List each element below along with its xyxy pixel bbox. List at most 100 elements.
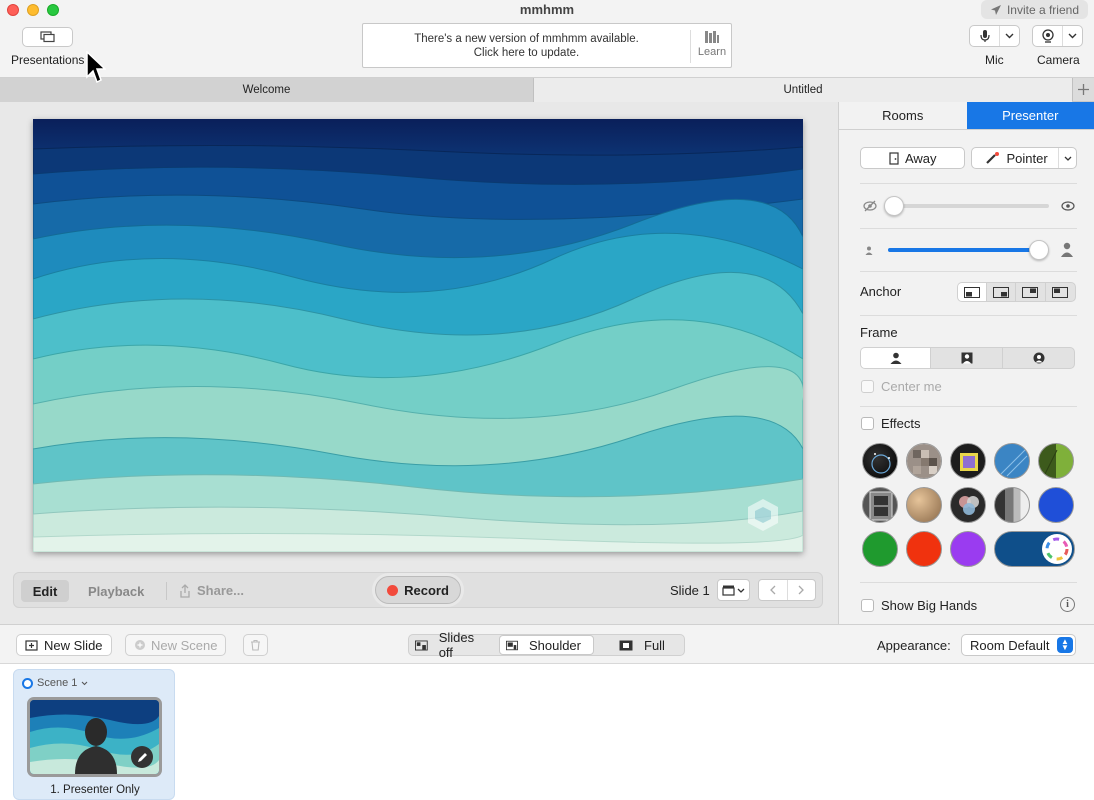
effects-checkbox[interactable] — [861, 417, 874, 430]
effects-label: Effects — [881, 416, 921, 431]
effect-split-green-button[interactable] — [1038, 443, 1074, 479]
next-slide-button[interactable] — [788, 580, 816, 600]
view-shoulder-button[interactable]: Shoulder — [499, 635, 594, 655]
camera-toggle-button[interactable] — [1033, 26, 1063, 46]
chevron-down-icon — [737, 588, 745, 593]
chevron-down-icon — [1064, 156, 1071, 161]
presentations-button[interactable] — [22, 27, 73, 47]
invite-friend-button[interactable]: Invite a friend — [980, 0, 1088, 19]
effect-custom-color-button[interactable] — [994, 531, 1075, 567]
show-big-hands-checkbox[interactable] — [861, 599, 874, 612]
panel-divider — [860, 406, 1077, 407]
effect-pixelate-button[interactable] — [906, 443, 942, 479]
learn-button[interactable]: Learn — [693, 30, 731, 58]
anchor-bottom-right-icon — [992, 286, 1009, 298]
anchor-label: Anchor — [860, 284, 902, 299]
scenes-area: Scene 1 1. Presenter Only — [0, 664, 1094, 800]
panel-divider — [860, 271, 1077, 272]
view-slides-off-button[interactable]: Slides off — [409, 630, 499, 660]
plus-icon — [1078, 84, 1089, 95]
pointer-button[interactable]: Pointer — [971, 147, 1077, 169]
view-full-button[interactable]: Full — [594, 635, 684, 655]
update-banner[interactable]: There's a new version of mmhmm available… — [362, 23, 732, 68]
tab-presenter[interactable]: Presenter — [966, 102, 1094, 129]
effect-frame-button[interactable] — [950, 443, 986, 479]
person-rectangle-icon — [961, 352, 972, 364]
scene-header[interactable]: Scene 1 — [22, 677, 88, 689]
slide-thumbnail[interactable] — [27, 697, 162, 777]
frame-circle-button[interactable] — [1003, 348, 1074, 368]
away-button[interactable]: Away — [860, 147, 966, 169]
person-silhouette-icon — [890, 352, 901, 364]
anchor-bottom-right-button[interactable] — [987, 283, 1017, 301]
effect-grayscale-button[interactable] — [994, 487, 1030, 523]
mic-label: Mic — [985, 53, 1004, 67]
scene-card[interactable]: Scene 1 1. Presenter Only — [13, 669, 175, 800]
panel-tabs: Rooms Presenter — [839, 102, 1094, 130]
appearance-select[interactable]: Room Default ▲ ▼ — [961, 634, 1076, 656]
add-tab-button[interactable] — [1072, 78, 1094, 101]
chevron-left-icon — [769, 585, 776, 595]
delete-button[interactable] — [243, 634, 268, 656]
pixelate-effect-icon — [907, 444, 941, 478]
anchor-selector — [957, 282, 1076, 302]
effect-glass-button[interactable] — [994, 443, 1030, 479]
effect-red-button[interactable] — [906, 531, 942, 567]
anchor-top-left-button[interactable] — [1046, 283, 1075, 301]
mic-control[interactable] — [969, 25, 1020, 47]
update-message-line2: Click here to update. — [473, 47, 580, 59]
effect-green-button[interactable] — [862, 531, 898, 567]
pointer-label: Pointer — [1006, 150, 1048, 166]
share-button[interactable]: Share... — [179, 583, 244, 598]
mic-toggle-button[interactable] — [970, 26, 1000, 46]
edit-slide-button[interactable] — [131, 746, 153, 768]
opacity-slider-knob[interactable] — [884, 196, 905, 216]
anchor-top-left-icon — [1052, 286, 1069, 298]
new-scene-button[interactable]: New Scene — [125, 634, 227, 656]
size-slider-knob[interactable] — [1029, 240, 1050, 260]
tab-untitled[interactable]: Untitled — [534, 78, 1072, 102]
door-icon — [889, 151, 899, 165]
glass-effect-icon — [1000, 449, 1028, 477]
edit-mode-button[interactable]: Edit — [21, 580, 69, 602]
presentation-canvas[interactable] — [33, 119, 803, 552]
chevron-down-icon — [81, 681, 88, 685]
frame-silhouette-button[interactable] — [861, 348, 931, 368]
effect-blue-button[interactable] — [1038, 487, 1074, 523]
up-down-arrows-icon: ▲ ▼ — [1057, 637, 1073, 653]
panel-divider — [860, 582, 1077, 583]
tab-rooms[interactable]: Rooms — [839, 102, 967, 129]
camera-dropdown-button[interactable] — [1063, 33, 1082, 39]
effect-color-mix-button[interactable] — [950, 487, 986, 523]
anchor-top-right-button[interactable] — [1016, 283, 1046, 301]
panel-divider — [860, 183, 1077, 184]
frame-rectangle-button[interactable] — [931, 348, 1003, 368]
new-slide-button[interactable]: New Slide — [16, 634, 112, 656]
effect-film-button[interactable] — [862, 487, 898, 523]
full-view-icon — [619, 640, 633, 650]
effect-sparkle-button[interactable] — [862, 443, 898, 479]
pointer-dropdown-button[interactable] — [1058, 148, 1076, 168]
window-title: mmhmm — [519, 2, 575, 17]
tab-welcome[interactable]: Welcome — [0, 78, 534, 102]
mic-dropdown-button[interactable] — [1000, 33, 1019, 39]
previous-slide-button[interactable] — [759, 580, 788, 600]
eye-icon — [1061, 201, 1075, 211]
effect-purple-button[interactable] — [950, 531, 986, 567]
bottom-toolbar: New Slide New Scene Slides off Shoulder … — [0, 624, 1094, 664]
info-icon[interactable]: i — [1060, 597, 1075, 612]
webcam-icon — [1041, 29, 1054, 43]
anchor-bottom-left-button[interactable] — [958, 283, 987, 301]
slide-menu-button[interactable] — [717, 579, 750, 601]
main-stage: Edit Playback Share... Record Slide 1 — [0, 102, 838, 624]
learn-label: Learn — [697, 46, 727, 58]
effect-sepia-button[interactable] — [906, 487, 942, 523]
show-big-hands-label: Show Big Hands — [881, 598, 978, 613]
opacity-slider-track[interactable] — [888, 204, 1049, 208]
playback-mode-button[interactable]: Playback — [88, 584, 144, 599]
size-slider-fill — [888, 248, 1040, 252]
record-button[interactable]: Record — [375, 576, 461, 604]
camera-control[interactable] — [1032, 25, 1083, 47]
away-label: Away — [904, 150, 937, 166]
center-me-checkbox[interactable] — [861, 380, 874, 393]
